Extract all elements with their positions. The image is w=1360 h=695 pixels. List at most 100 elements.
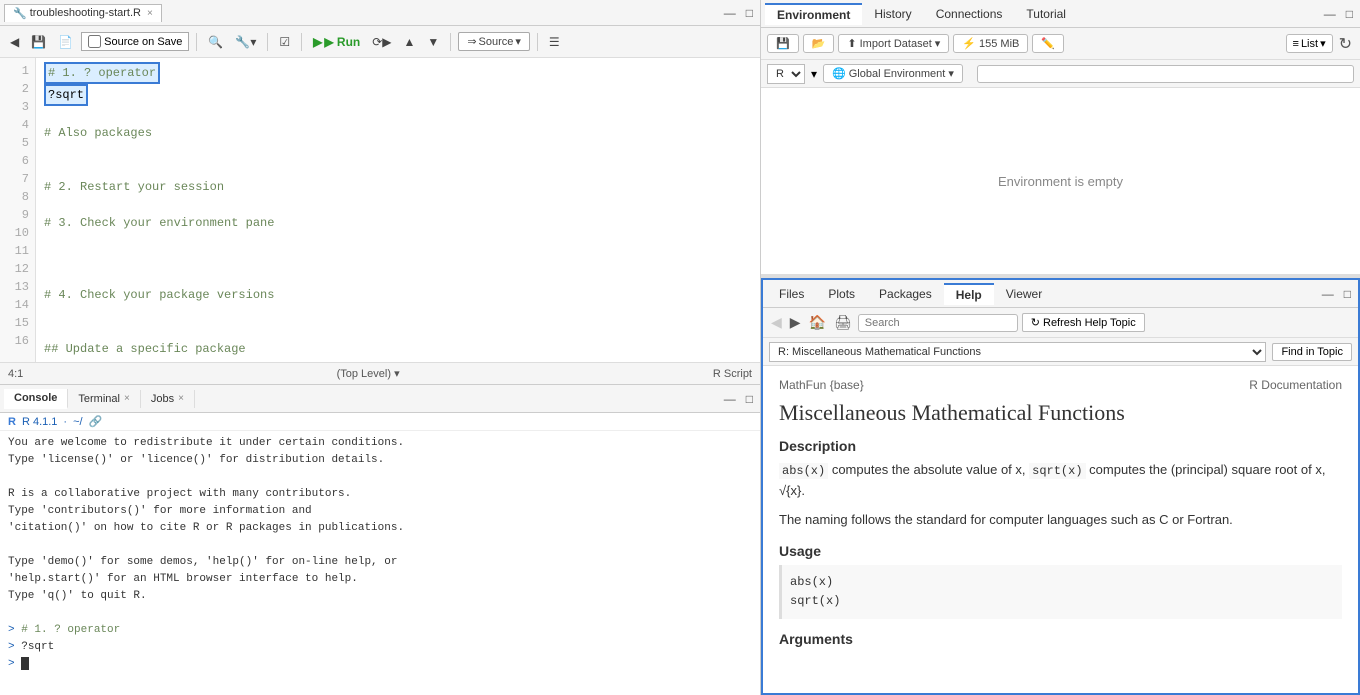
source-btn[interactable]: ⇒ Source ▾ — [458, 32, 530, 51]
env-tab-connections[interactable]: Connections — [924, 4, 1015, 24]
prev-section-btn[interactable]: ▲ — [400, 33, 420, 51]
console-minimize-btn[interactable]: — — [721, 391, 739, 407]
r-version-select[interactable]: R — [767, 64, 805, 84]
code-line-9: # 3. Check your environment pane — [44, 214, 752, 232]
help-print-btn[interactable]: 🖨 — [832, 312, 854, 333]
console-line-6: 'citation()' on how to cite R or R packa… — [8, 520, 752, 537]
global-env-btn[interactable]: 🌐 Global Environment ▾ — [823, 64, 963, 83]
refresh-help-label: Refresh Help Topic — [1043, 317, 1136, 329]
editor-menu-btn[interactable]: ☰ — [545, 33, 564, 51]
toolbar-sep1 — [196, 33, 197, 51]
help-toolbar: ◀ ▶ 🏠 🖨 ↻ Refresh Help Topic — [763, 308, 1358, 338]
editor-tools-btn[interactable]: 🔧▾ — [231, 33, 260, 51]
env-tab-history[interactable]: History — [862, 4, 923, 24]
help-tab-viewer[interactable]: Viewer — [994, 284, 1054, 304]
highlight-block: # 1. ? operator — [44, 62, 160, 84]
next-section-btn[interactable]: ▼ — [423, 33, 443, 51]
code-line-15 — [44, 322, 752, 340]
env-tab-environment[interactable]: Environment — [765, 3, 862, 25]
help-meta-right: R Documentation — [1249, 378, 1342, 392]
line-numbers: 1 2 3 4 5 6 7 8 9 10 11 12 13 14 15 16 — [0, 58, 36, 362]
editor-check-btn[interactable]: ☑ — [275, 33, 294, 51]
help-desc-text2: The naming follows the standard for comp… — [779, 510, 1342, 531]
editor-toolbar: ◀ 💾 📄 Source on Save 🔍 🔧▾ ☑ ▶ — [0, 26, 760, 58]
find-topic-btn[interactable]: Find in Topic — [1272, 343, 1352, 361]
r-path: ~/ — [73, 416, 82, 428]
console-tab-console[interactable]: Console — [4, 389, 68, 409]
console-line-11 — [8, 605, 752, 622]
toolbar-sep4 — [450, 33, 451, 51]
editor-tab-file[interactable]: 🔧 troubleshooting-start.R × — [4, 4, 162, 22]
help-forward-btn[interactable]: ▶ — [788, 312, 803, 333]
help-tab-packages[interactable]: Packages — [867, 284, 944, 304]
help-home-btn[interactable]: 🏠 — [807, 312, 828, 333]
env-save-btn[interactable]: 💾 — [767, 34, 799, 53]
line-num-4: 4 — [0, 116, 29, 134]
cursor-position: 4:1 — [8, 368, 23, 380]
console-code-2: ?sqrt — [21, 641, 54, 653]
console-line-2: Type 'license()' or 'licence()' for dist… — [8, 452, 752, 469]
env-maximize-btn[interactable]: □ — [1343, 6, 1356, 22]
help-minimize-btn[interactable]: — — [1319, 286, 1337, 302]
source-on-save-input[interactable] — [88, 35, 101, 48]
console-line-7 — [8, 537, 752, 554]
help-meta-left: MathFun {base} — [779, 378, 864, 392]
editor-save-btn[interactable]: 💾 — [27, 33, 50, 51]
memory-btn[interactable]: ⚡ 155 MiB — [953, 34, 1028, 53]
console-line-3 — [8, 469, 752, 486]
run-label: ▶ Run — [324, 35, 360, 49]
run-btn[interactable]: ▶ ▶ Run — [309, 33, 364, 51]
console-tab-bar: Console Terminal × Jobs × — □ — [0, 385, 760, 413]
editor-section: 🔧 troubleshooting-start.R × — □ ◀ 💾 📄 — [0, 0, 760, 385]
r-logo: R — [8, 416, 16, 428]
toplevel-dropdown-icon[interactable]: ▾ — [394, 368, 400, 380]
right-panel: Environment History Connections Tutorial… — [760, 0, 1360, 695]
line-num-5: 5 — [0, 134, 29, 152]
env-toolbar: 💾 📂 ⬆ Import Dataset ▾ ⚡ 155 MiB ✏️ ≡ Li… — [761, 28, 1360, 60]
console-tab-terminal[interactable]: Terminal × — [68, 390, 140, 408]
console-tab-controls: — □ — [721, 391, 756, 407]
env-tab-tutorial[interactable]: Tutorial — [1014, 4, 1078, 24]
console-line-9: 'help.start()' for an HTML browser inter… — [8, 571, 752, 588]
list-view-btn[interactable]: ≡ List ▾ — [1286, 34, 1333, 53]
re-run-btn[interactable]: ⟳▶ — [368, 33, 395, 51]
console-tab-jobs[interactable]: Jobs × — [141, 390, 195, 408]
editor-tab-close[interactable]: × — [147, 8, 153, 19]
code-area[interactable]: # 1. ? operator ?sqrt # Also packages # … — [36, 58, 760, 362]
line-num-15: 15 — [0, 314, 29, 332]
env-minimize-btn[interactable]: — — [1321, 6, 1339, 22]
editor-minimize-btn[interactable]: — — [721, 5, 739, 21]
line-num-2: 2 — [0, 80, 29, 98]
help-search-input[interactable] — [858, 314, 1018, 332]
console-line-4: R is a collaborative project with many c… — [8, 486, 752, 503]
console-content[interactable]: You are welcome to redistribute it under… — [0, 431, 760, 695]
help-maximize-btn[interactable]: □ — [1341, 286, 1354, 302]
env-open-btn[interactable]: 📂 — [803, 34, 835, 53]
console-maximize-btn[interactable]: □ — [743, 391, 756, 407]
help-topic-select[interactable]: R: Miscellaneous Mathematical Functions — [769, 342, 1266, 362]
jobs-close-icon[interactable]: × — [178, 393, 184, 404]
env-refresh-btn[interactable]: ↻ — [1337, 32, 1354, 56]
refresh-help-btn[interactable]: ↻ Refresh Help Topic — [1022, 313, 1145, 332]
editor-maximize-btn[interactable]: □ — [743, 5, 756, 21]
source-arrow-icon: ⇒ — [467, 35, 476, 48]
terminal-close-icon[interactable]: × — [124, 393, 130, 404]
r-path-icon: 🔗 — [89, 415, 103, 428]
line-num-12: 12 — [0, 260, 29, 278]
source-on-save-checkbox[interactable]: Source on Save — [81, 32, 189, 51]
import-dataset-btn[interactable]: ⬆ Import Dataset ▾ — [838, 34, 949, 53]
floppy-icon: 💾 — [31, 35, 46, 49]
editor-search-btn[interactable]: 🔍 — [204, 33, 227, 51]
editor-back-btn[interactable]: ◀ — [6, 33, 23, 51]
console-cursor — [21, 657, 29, 670]
help-tab-files[interactable]: Files — [767, 284, 816, 304]
env-search-input[interactable] — [977, 65, 1354, 83]
editor-status-bar: 4:1 (Top Level) ▾ R Script — [0, 362, 760, 384]
edit-btn[interactable]: ✏️ — [1032, 34, 1064, 53]
editor-save2-btn[interactable]: 📄 — [54, 33, 77, 51]
help-tab-help[interactable]: Help — [944, 283, 994, 305]
line-num-8: 8 — [0, 188, 29, 206]
help-back-btn[interactable]: ◀ — [769, 312, 784, 333]
help-tab-plots[interactable]: Plots — [816, 284, 867, 304]
source-dropdown-icon: ▾ — [515, 35, 521, 48]
